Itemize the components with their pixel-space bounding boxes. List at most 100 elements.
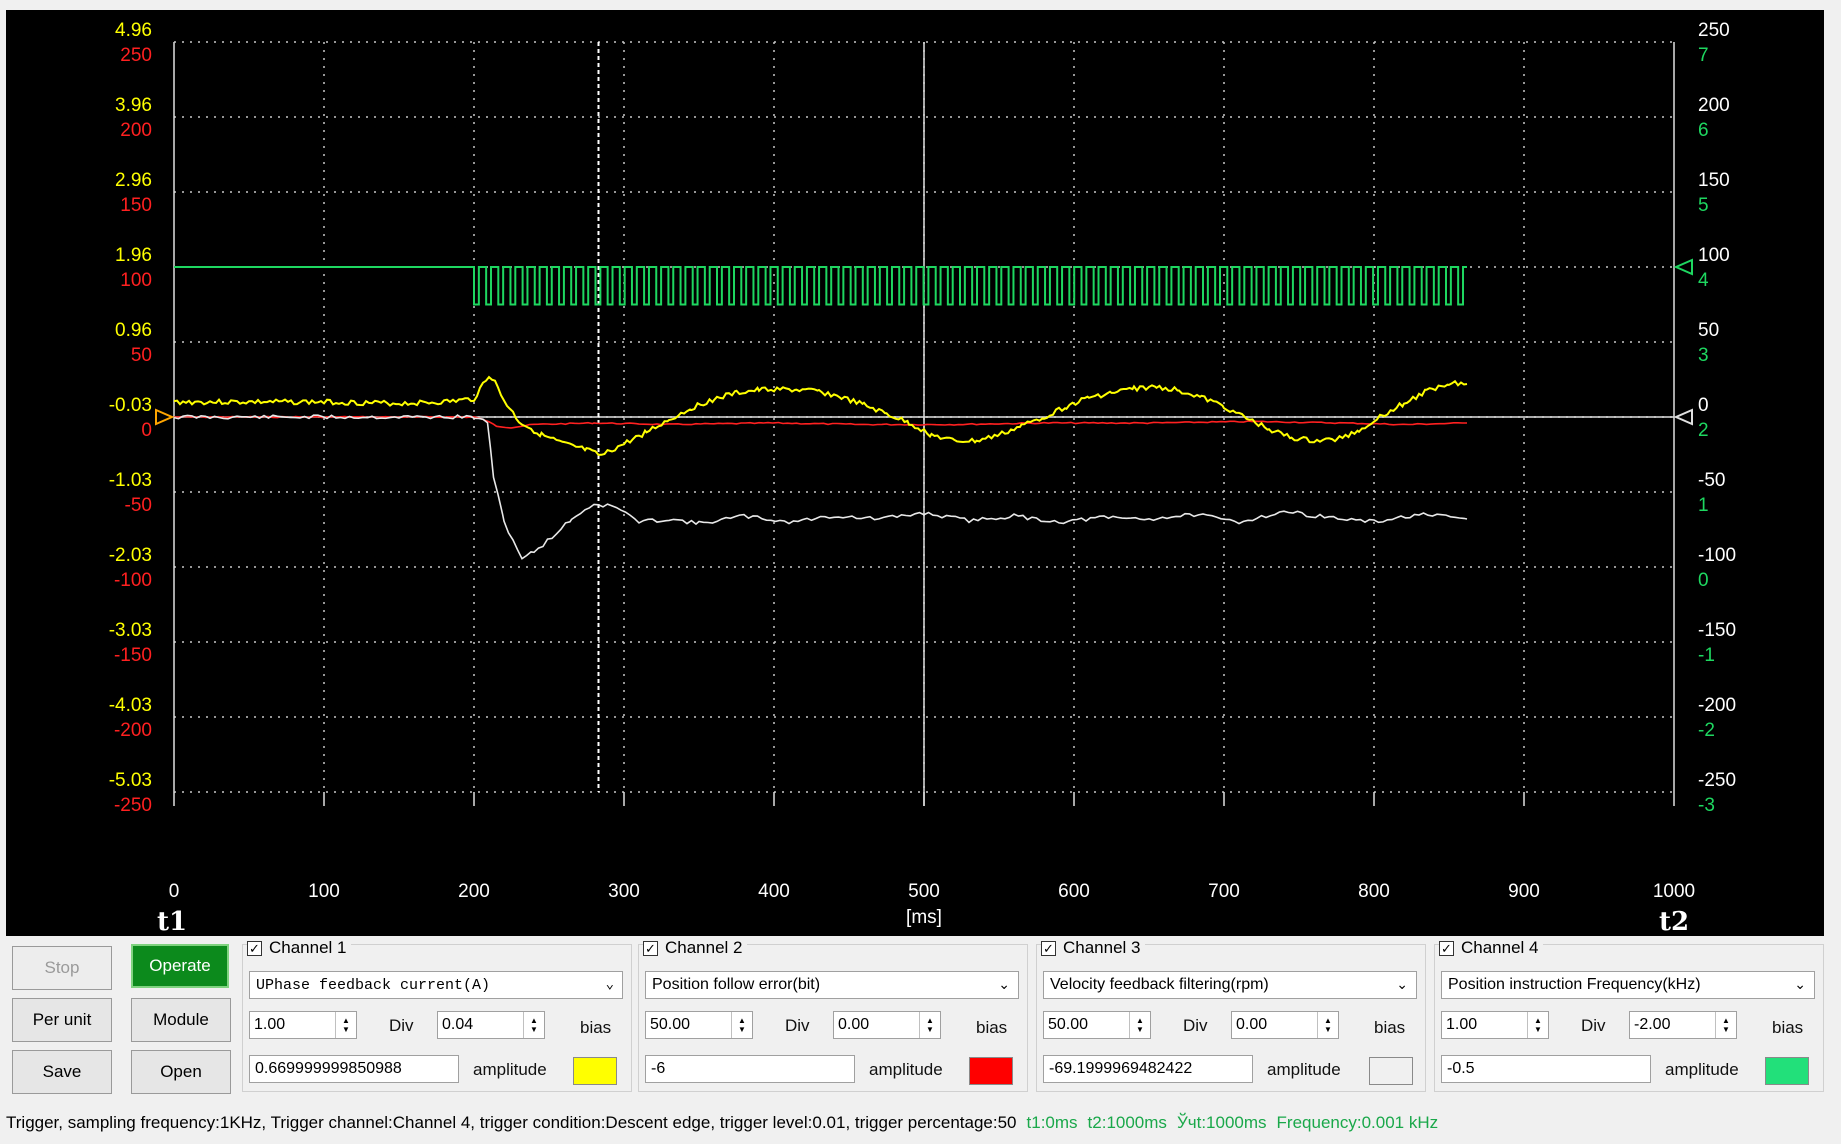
channel-3-div-spinner[interactable]: 50.00 ▲ ▼ (1043, 1011, 1151, 1039)
ch3-tick-label: 100 (1698, 245, 1730, 266)
channel-2-bias-spinner[interactable]: 0.00 ▲ ▼ (833, 1011, 941, 1039)
ch1-tick-label: 3.96 (115, 95, 152, 116)
t1-readout: t1:0ms (1026, 1113, 1078, 1132)
channel-3-bias-label: bias (1374, 1018, 1406, 1037)
channel-3-signal-value: Velocity feedback filtering(rpm) (1050, 976, 1269, 993)
ch3-tick-label: -100 (1698, 545, 1736, 566)
channel-1-div-value: 1.00 (254, 1016, 286, 1033)
channel-2-group: ✓ Channel 2 Position follow error(bit) ⌄… (638, 938, 1028, 1092)
channel-2-legend: ✓ Channel 2 (643, 938, 747, 958)
channel-2-checkbox[interactable]: ✓ (643, 940, 658, 956)
channel-2-bias-label: bias (976, 1018, 1008, 1037)
channel-4-amplitude-label: amplitude (1665, 1060, 1739, 1079)
ch1-tick-label: 2.96 (115, 170, 152, 191)
channel-3-bias-value: 0.00 (1236, 1016, 1268, 1033)
channel-1-amplitude-label: amplitude (473, 1060, 547, 1079)
channel-3-amplitude-label: amplitude (1267, 1060, 1341, 1079)
channel-3-color-swatch[interactable] (1369, 1057, 1413, 1085)
spinner-arrows-icon[interactable]: ▲ ▼ (335, 1012, 356, 1038)
x-tick-label: 100 (308, 881, 340, 902)
channel-4-signal-select[interactable]: Position instruction Frequency(kHz) ⌄ (1441, 971, 1815, 999)
ch4-tick-label: 7 (1698, 45, 1709, 66)
ch3-tick-label: 50 (1698, 320, 1719, 341)
spinner-arrows-icon[interactable]: ▲ ▼ (919, 1012, 940, 1038)
ch4-tick-label: 5 (1698, 195, 1709, 216)
per-unit-button[interactable]: Per unit (12, 998, 112, 1042)
ch3-tick-label: 250 (1698, 20, 1730, 41)
channel-3-signal-select[interactable]: Velocity feedback filtering(rpm) ⌄ (1043, 971, 1417, 999)
channel-2-color-swatch[interactable] (969, 1057, 1013, 1085)
spinner-arrows-icon[interactable]: ▲ ▼ (1317, 1012, 1338, 1038)
ch1-tick-label: 0.96 (115, 320, 152, 341)
channel-1-group: ✓ Channel 1 UPhase feedback current(A) ⌄… (242, 938, 632, 1092)
channel-2-amplitude-field[interactable]: -6 (645, 1055, 855, 1083)
channel-4-bias-spinner[interactable]: -2.00 ▲ ▼ (1629, 1011, 1737, 1039)
channel-2-bias-value: 0.00 (838, 1016, 870, 1033)
channel-2-signal-select[interactable]: Position follow error(bit) ⌄ (645, 971, 1019, 999)
spinner-arrows-icon[interactable]: ▲ ▼ (1527, 1012, 1548, 1038)
x-tick-label: 200 (458, 881, 490, 902)
spinner-arrows-icon[interactable]: ▲ ▼ (523, 1012, 544, 1038)
spinner-arrows-icon[interactable]: ▲ ▼ (1129, 1012, 1150, 1038)
spinner-arrows-icon[interactable]: ▲ ▼ (731, 1012, 752, 1038)
ch2-tick-label: 200 (120, 120, 152, 141)
x-tick-label: 600 (1058, 881, 1090, 902)
channel-1-div-spinner[interactable]: 1.00 ▲ ▼ (249, 1011, 357, 1039)
x-tick-label: 300 (608, 881, 640, 902)
channel-3-div-label: Div (1183, 1016, 1208, 1035)
ch1-tick-label: -0.03 (109, 395, 152, 416)
oscilloscope-display[interactable]: 4.96 3.96 2.96 1.96 0.96 -0.03 -1.03 -2.03 -3.03… (6, 10, 1824, 936)
ch3-zero-marker (1673, 408, 1693, 426)
traces (173, 266, 1468, 560)
channel-4-color-swatch[interactable] (1765, 1057, 1809, 1085)
channel-1-bias-value: 0.04 (442, 1016, 474, 1033)
ch2-tick-label: 50 (131, 345, 152, 366)
ch4-tick-label: 2 (1698, 420, 1709, 441)
ch4-tick-label: 3 (1698, 345, 1709, 366)
operate-button[interactable]: Operate (131, 944, 229, 988)
channel-2-title: Channel 2 (665, 938, 743, 957)
channel-2-div-value: 50.00 (650, 1016, 691, 1033)
t2-readout: t2:1000ms (1087, 1113, 1167, 1132)
channel-1-color-swatch[interactable] (573, 1057, 617, 1085)
channel-2-div-spinner[interactable]: 50.00 ▲ ▼ (645, 1011, 753, 1039)
channel-4-div-value: 1.00 (1446, 1016, 1478, 1033)
channel-3-amplitude-value: -69.1999969482422 (1049, 1060, 1193, 1077)
channel-1-bias-spinner[interactable]: 0.04 ▲ ▼ (437, 1011, 545, 1039)
channel-3-bias-spinner[interactable]: 0.00 ▲ ▼ (1231, 1011, 1339, 1039)
left-axis: 4.96 3.96 2.96 1.96 0.96 -0.03 -1.03 -2.03 -3.03… (109, 20, 152, 816)
channel-2-div-label: Div (785, 1016, 810, 1035)
ch4-tick-label: -2 (1698, 720, 1715, 741)
channel-1-amplitude-field[interactable]: 0.669999999850988 (249, 1055, 459, 1083)
save-button[interactable]: Save (12, 1050, 112, 1094)
channel-3-amplitude-field[interactable]: -69.1999969482422 (1043, 1055, 1253, 1083)
channel-4-legend: ✓ Channel 4 (1439, 938, 1543, 958)
module-button[interactable]: Module (131, 998, 231, 1042)
channel-4-div-label: Div (1581, 1016, 1606, 1035)
channel-4-group: ✓ Channel 4 Position instruction Frequen… (1434, 938, 1824, 1092)
channel-3-group: ✓ Channel 3 Velocity feedback filtering(… (1036, 938, 1426, 1092)
stop-button[interactable]: Stop (12, 946, 112, 990)
channel-3-checkbox[interactable]: ✓ (1041, 940, 1056, 956)
channel-4-amplitude-field[interactable]: -0.5 (1441, 1055, 1651, 1083)
channel-4-div-spinner[interactable]: 1.00 ▲ ▼ (1441, 1011, 1549, 1039)
channel-4-trace (174, 266, 1467, 306)
channel-1-bias-label: bias (580, 1018, 612, 1037)
ch1-tick-label: -2.03 (109, 545, 152, 566)
x-tick-label: 0 (169, 881, 180, 902)
t2-cursor-label: t2 (1659, 907, 1689, 936)
ch1-tick-label: -1.03 (109, 470, 152, 491)
channel-1-signal-select[interactable]: UPhase feedback current(A) ⌄ (249, 971, 623, 999)
chevron-down-icon: ⌄ (1794, 976, 1806, 992)
channel-1-trace (173, 375, 1468, 456)
open-button[interactable]: Open (131, 1050, 231, 1094)
spinner-arrows-icon[interactable]: ▲ ▼ (1715, 1012, 1736, 1038)
channel-1-checkbox[interactable]: ✓ (247, 940, 262, 956)
channel-1-title: Channel 1 (269, 938, 347, 957)
ch3-tick-label: 150 (1698, 170, 1730, 191)
t1-cursor-label: t1 (157, 907, 187, 936)
channel-4-checkbox[interactable]: ✓ (1439, 940, 1454, 956)
ch3-tick-label: -200 (1698, 695, 1736, 716)
channel-1-div-label: Div (389, 1016, 414, 1035)
channel-4-signal-value: Position instruction Frequency(kHz) (1448, 976, 1701, 993)
